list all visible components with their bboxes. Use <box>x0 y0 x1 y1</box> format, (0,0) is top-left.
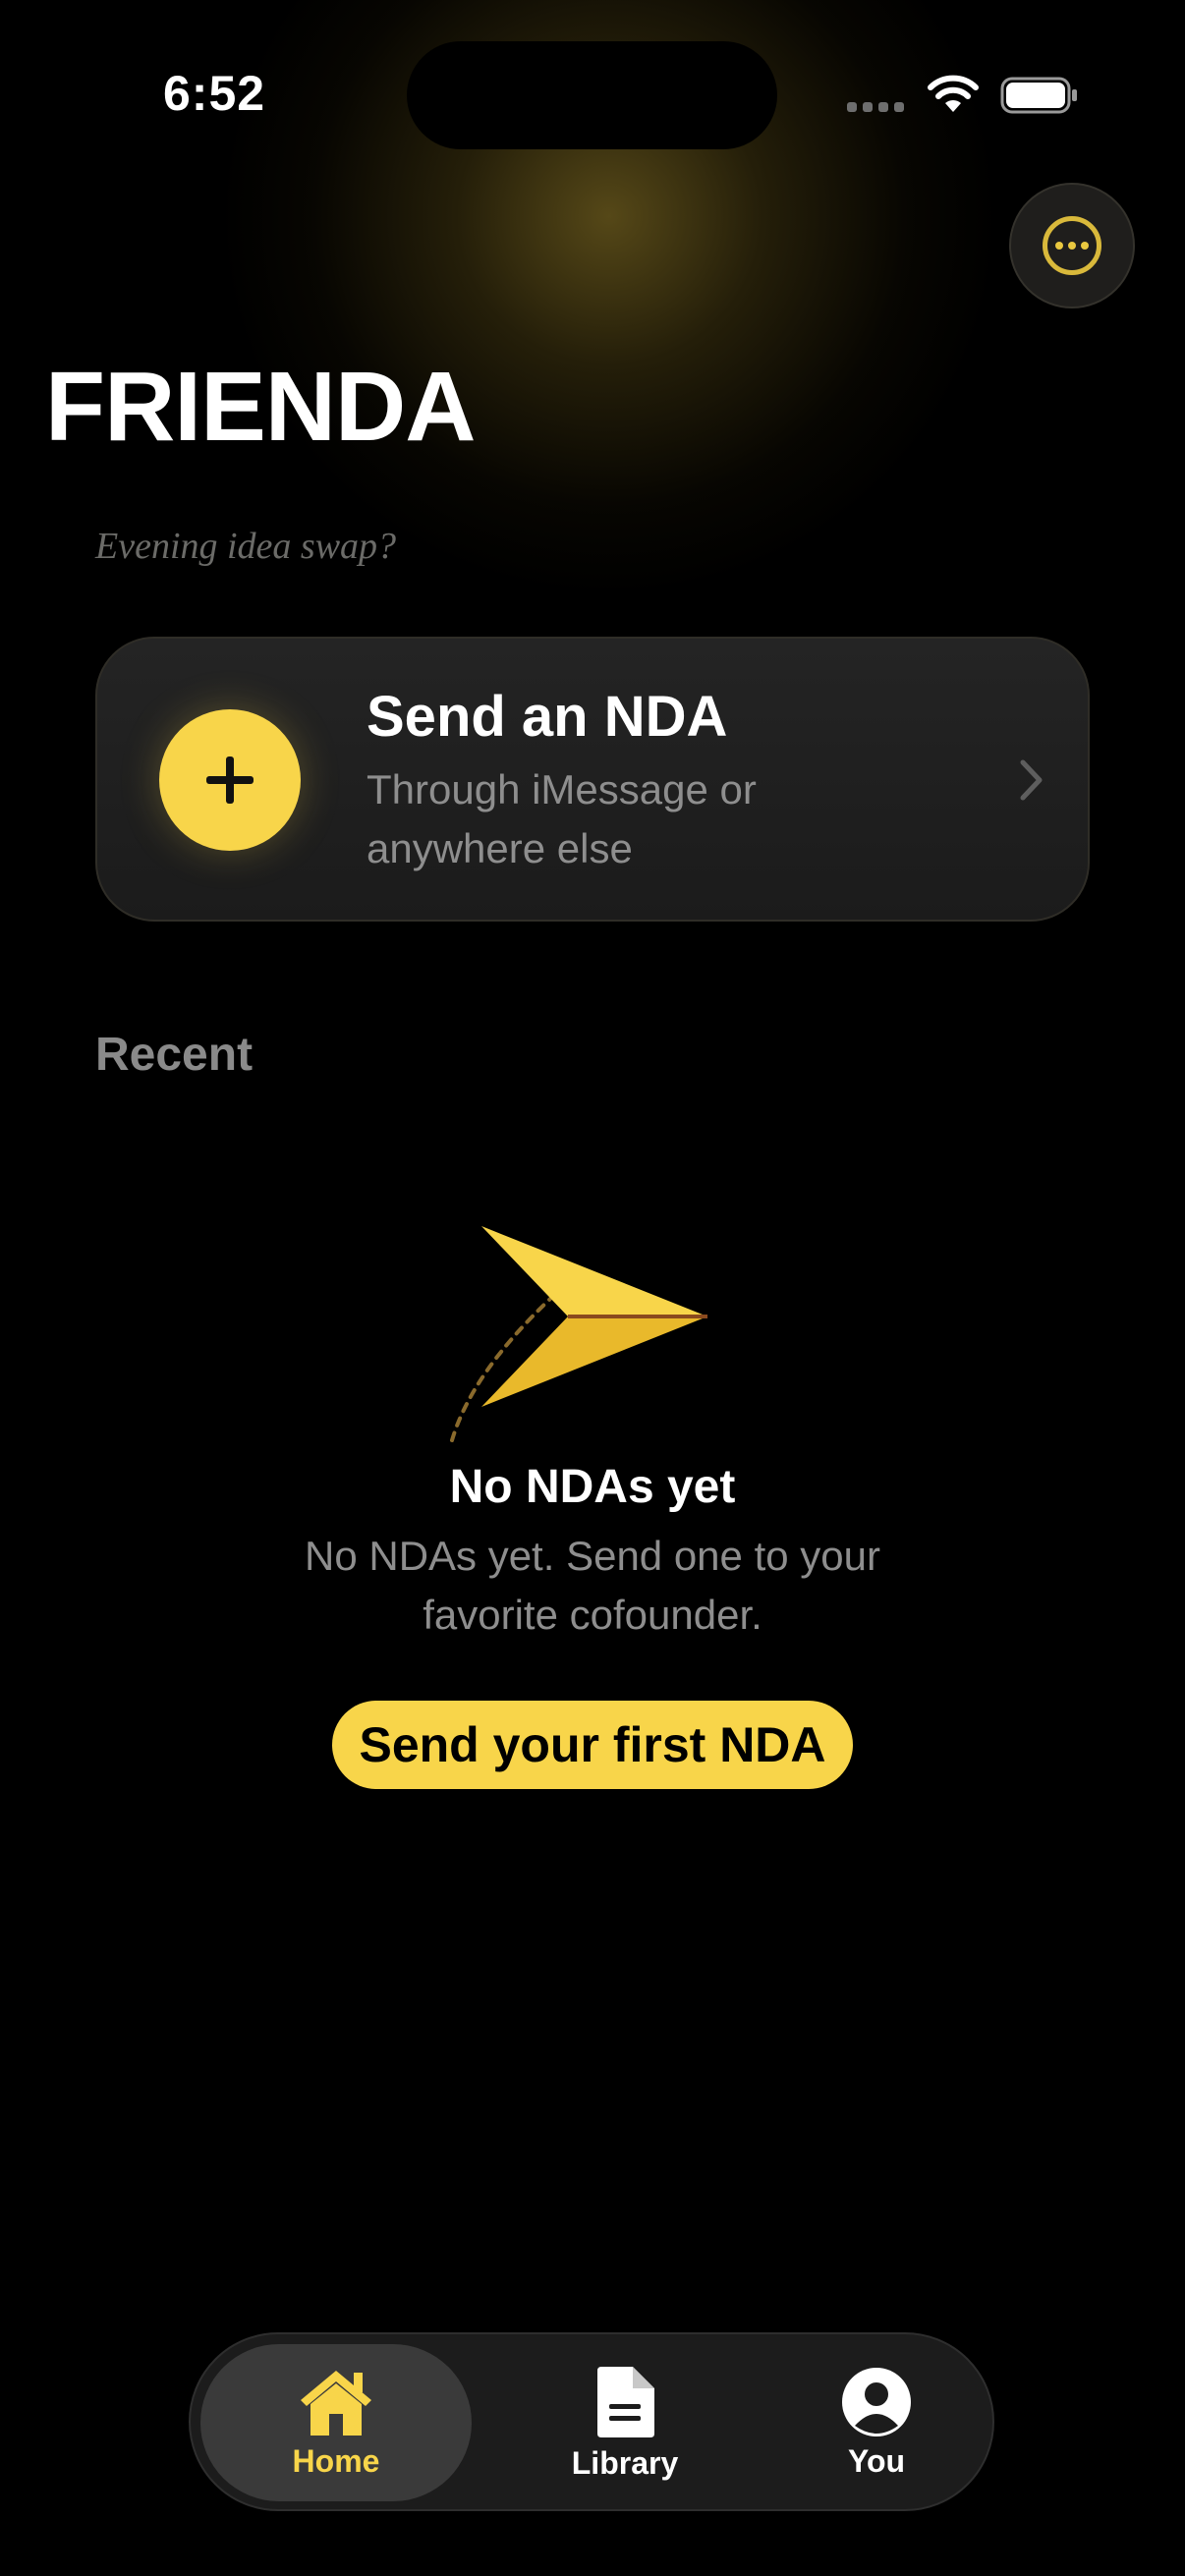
cellular-signal-icon <box>847 102 904 112</box>
empty-state-text: No NDAs yet. Send one to your favorite c… <box>305 1533 880 1638</box>
battery-icon <box>1000 77 1077 114</box>
house-icon <box>301 2370 371 2436</box>
wifi-icon <box>928 75 979 112</box>
tab-library-label: Library <box>571 2444 679 2481</box>
chevron-right-icon <box>1020 759 1043 801</box>
tab-home[interactable]: Home <box>200 2344 472 2501</box>
document-icon <box>597 2366 654 2437</box>
more-options-button[interactable] <box>1009 183 1135 308</box>
send-nda-title: Send an NDA <box>367 685 728 749</box>
tab-bar: Home Library You <box>189 2332 994 2511</box>
send-first-nda-button[interactable]: Send your first NDA <box>332 1701 853 1789</box>
tab-home-label: Home <box>292 2442 380 2479</box>
tab-library[interactable]: Library <box>503 2344 747 2501</box>
send-nda-card[interactable]: Send an NDA Through iMessage or anywhere… <box>95 637 1090 922</box>
tab-you-label: You <box>847 2442 906 2479</box>
plus-icon <box>159 709 301 851</box>
dynamic-island <box>407 41 777 149</box>
status-time: 6:52 <box>163 66 266 121</box>
ellipsis-icon <box>1043 216 1101 275</box>
greeting-tagline: Evening idea swap? <box>95 526 397 567</box>
recent-section-label: Recent <box>95 1029 254 1081</box>
tab-you[interactable]: You <box>755 2344 998 2501</box>
person-icon <box>842 2367 911 2436</box>
empty-state-title: No NDAs yet <box>449 1461 736 1513</box>
page-title: FRIENDA <box>45 352 476 462</box>
paper-plane-icon <box>450 1226 707 1442</box>
send-nda-subtitle: Through iMessage or anywhere else <box>367 766 757 871</box>
